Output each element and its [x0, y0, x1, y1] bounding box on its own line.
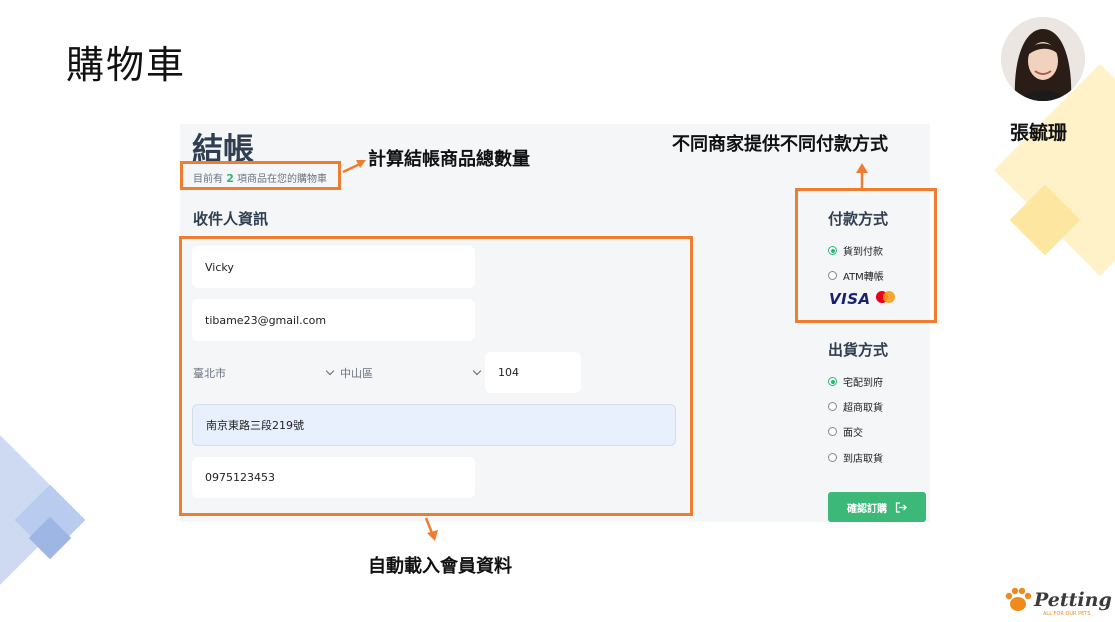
arrow-to-autofill-note — [424, 517, 434, 534]
paw-icon: Petting ALL FOR OUR PETS — [1005, 587, 1112, 617]
arrowhead-icon — [427, 530, 438, 541]
annotation-payment-note: 不同商家提供不同付款方式 — [672, 134, 888, 155]
annotation-autofill-note: 自動載入會員資料 — [368, 556, 512, 577]
petting-logo: Petting ALL FOR OUR PETS — [1003, 585, 1113, 617]
logo-wordmark: Petting — [1033, 589, 1112, 611]
arrowhead-icon — [856, 163, 868, 173]
logo-tagline: ALL FOR OUR PETS — [1043, 611, 1091, 617]
annotation-arrows — [342, 160, 868, 541]
annotation-count-note: 計算結帳商品總數量 — [368, 149, 530, 170]
